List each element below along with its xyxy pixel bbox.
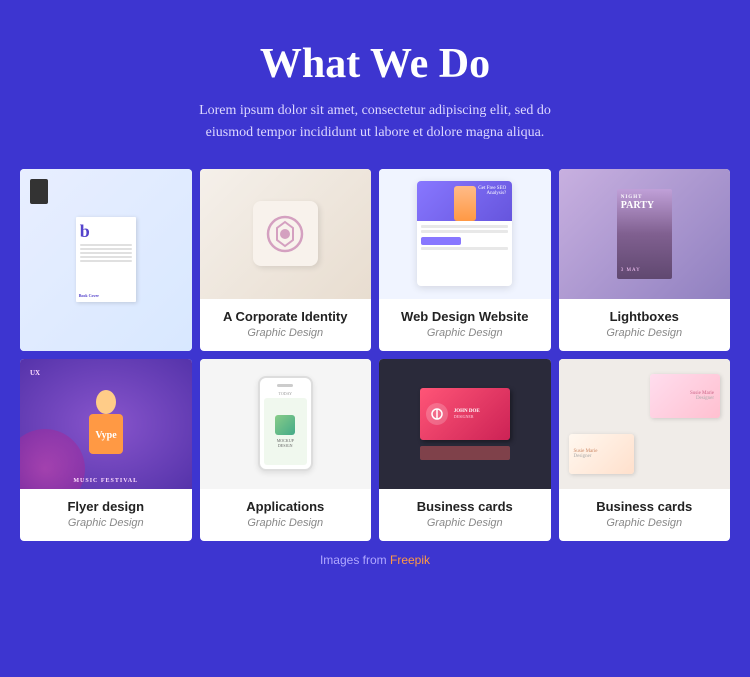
card-image-lightboxes: NIGHT PARTY 3 MAY: [559, 169, 731, 299]
page-subtitle: Lorem ipsum dolor sit amet, consectetur …: [175, 100, 575, 145]
card-title-web-design: Web Design Website: [389, 309, 541, 324]
phone-speaker: [277, 384, 293, 387]
card-subtitle-corporate: Graphic Design: [210, 327, 362, 339]
brand-cover-label: Book Cover: [79, 293, 99, 298]
card-image-web-design: Get Free SEOAnalysis?: [379, 169, 551, 299]
card-flyer-design[interactable]: UX Vype MUSIC FESTIVAL Flyer design Grap…: [20, 359, 192, 541]
web-row: [421, 247, 508, 250]
app-icon: [275, 415, 295, 435]
grid-row-1: b Book Cover Brand Campaign Graphic Desi…: [20, 169, 730, 351]
web-row: [421, 230, 508, 233]
web-card-mock: Get Free SEOAnalysis?: [417, 181, 512, 286]
phone-time: TODAY: [278, 391, 292, 396]
card-subtitle-web-design: Graphic Design: [389, 327, 541, 339]
flyer-ux-text: UX: [30, 369, 40, 377]
web-person: [454, 186, 476, 221]
brand-logo: b: [80, 222, 132, 240]
footer-link[interactable]: Freepik: [390, 553, 430, 567]
card-body-corporate: A Corporate Identity Graphic Design: [200, 299, 372, 351]
card-title-applications: Applications: [210, 499, 362, 514]
biz2-name-bottom: Susie MarieDesigner: [574, 449, 598, 459]
biz-logo-circle: [426, 403, 448, 425]
card-title-business2: Business cards: [569, 499, 721, 514]
footer-text: Images from: [320, 553, 390, 567]
stamp-icon: [30, 179, 48, 204]
page-footer: Images from Freepik: [20, 553, 730, 567]
card-body-flyer: Flyer design Graphic Design: [20, 489, 192, 541]
app-label: MOCKUPDESIGN: [277, 438, 294, 448]
biz2-card-bottom: Susie MarieDesigner: [569, 434, 634, 474]
card-body-business1: Business cards Graphic Design: [379, 489, 551, 541]
grid-row-2: UX Vype MUSIC FESTIVAL Flyer design Grap…: [20, 359, 730, 541]
card-applications[interactable]: TODAY MOCKUPDESIGN Applications Graphic …: [200, 359, 372, 541]
logo-card-mock: [253, 201, 318, 266]
biz2-name-top: Susie MarieDesigner: [690, 391, 714, 401]
card-subtitle-flyer: Graphic Design: [30, 517, 182, 529]
card-subtitle-business1: Graphic Design: [389, 517, 541, 529]
card-lightboxes[interactable]: NIGHT PARTY 3 MAY Lightboxes Graphic Des…: [559, 169, 731, 351]
card-corporate-identity[interactable]: A Corporate Identity Graphic Design: [200, 169, 372, 351]
party-date: 3 MAY: [621, 268, 668, 273]
poster-mock: NIGHT PARTY 3 MAY: [617, 189, 672, 279]
card-body-business2: Business cards Graphic Design: [559, 489, 731, 541]
card-subtitle-business2: Graphic Design: [569, 517, 721, 529]
biz-card-back: [420, 446, 510, 460]
biz-cards-stack: JOHN DOE DESIGNER: [420, 388, 510, 460]
card-subtitle-lightboxes: Graphic Design: [569, 327, 721, 339]
brand-lines: [80, 244, 132, 262]
card-image-business2: Susie MarieDesigner Susie MarieDesigner: [559, 359, 731, 489]
card-business-cards-2[interactable]: Susie MarieDesigner Susie MarieDesigner …: [559, 359, 731, 541]
biz-role: DESIGNER: [454, 414, 504, 419]
brand-line: [80, 248, 132, 250]
card-subtitle-applications: Graphic Design: [210, 517, 362, 529]
svg-text:Vype: Vype: [95, 430, 117, 441]
card-title-corporate: A Corporate Identity: [210, 309, 362, 324]
card-image-business1: JOHN DOE DESIGNER: [379, 359, 551, 489]
web-mockup: Get Free SEOAnalysis?: [379, 169, 551, 299]
brand-line: [80, 252, 132, 254]
flyer-bottom-label: MUSIC FESTIVAL: [20, 478, 192, 484]
card-image-corporate: [200, 169, 372, 299]
card-image-flyer: UX Vype MUSIC FESTIVAL: [20, 359, 192, 489]
phone-mock: TODAY MOCKUPDESIGN: [258, 376, 313, 471]
brand-line: [80, 256, 132, 258]
flyer-mock: UX Vype MUSIC FESTIVAL: [20, 359, 192, 489]
party-big: PARTY: [621, 200, 668, 211]
web-row: [421, 225, 508, 228]
web-cta-button: [421, 237, 461, 245]
page-wrapper: What We Do Lorem ipsum dolor sit amet, c…: [0, 0, 750, 587]
web-hero: Get Free SEOAnalysis?: [417, 181, 512, 221]
card-body-lightboxes: Lightboxes Graphic Design: [559, 299, 731, 351]
card-title-flyer: Flyer design: [30, 499, 182, 514]
card-web-design[interactable]: Get Free SEOAnalysis? Web Design Website: [379, 169, 551, 351]
web-body: [417, 221, 512, 286]
card-title-lightboxes: Lightboxes: [569, 309, 721, 324]
card-brand-campaign[interactable]: b Book Cover Brand Campaign Graphic Desi…: [20, 169, 192, 351]
flyer-text-overlay: MUSIC FESTIVAL: [20, 478, 192, 484]
page-header: What We Do Lorem ipsum dolor sit amet, c…: [20, 40, 730, 145]
flyer-person-svg: Vype: [81, 386, 131, 461]
card-image-applications: TODAY MOCKUPDESIGN: [200, 359, 372, 489]
card-body-web-design: Web Design Website Graphic Design: [379, 299, 551, 351]
web-hero-text: Get Free SEOAnalysis?: [478, 186, 506, 196]
biz-card-front: JOHN DOE DESIGNER: [420, 388, 510, 440]
biz-card-text: JOHN DOE DESIGNER: [454, 409, 504, 419]
card-title-business1: Business cards: [389, 499, 541, 514]
brand-line: [80, 244, 132, 246]
card-business-cards-1[interactable]: JOHN DOE DESIGNER Business cards Graphic…: [379, 359, 551, 541]
biz2-card-top: Susie MarieDesigner: [650, 374, 720, 418]
card-image-brand-campaign: b Book Cover: [20, 169, 192, 351]
biz2-layout: Susie MarieDesigner Susie MarieDesigner: [559, 359, 731, 489]
page-title: What We Do: [20, 40, 730, 88]
phone-screen: MOCKUPDESIGN: [264, 398, 307, 465]
brand-paper-mock: b Book Cover: [76, 217, 136, 302]
card-body-applications: Applications Graphic Design: [200, 489, 372, 541]
brand-line: [80, 260, 132, 262]
